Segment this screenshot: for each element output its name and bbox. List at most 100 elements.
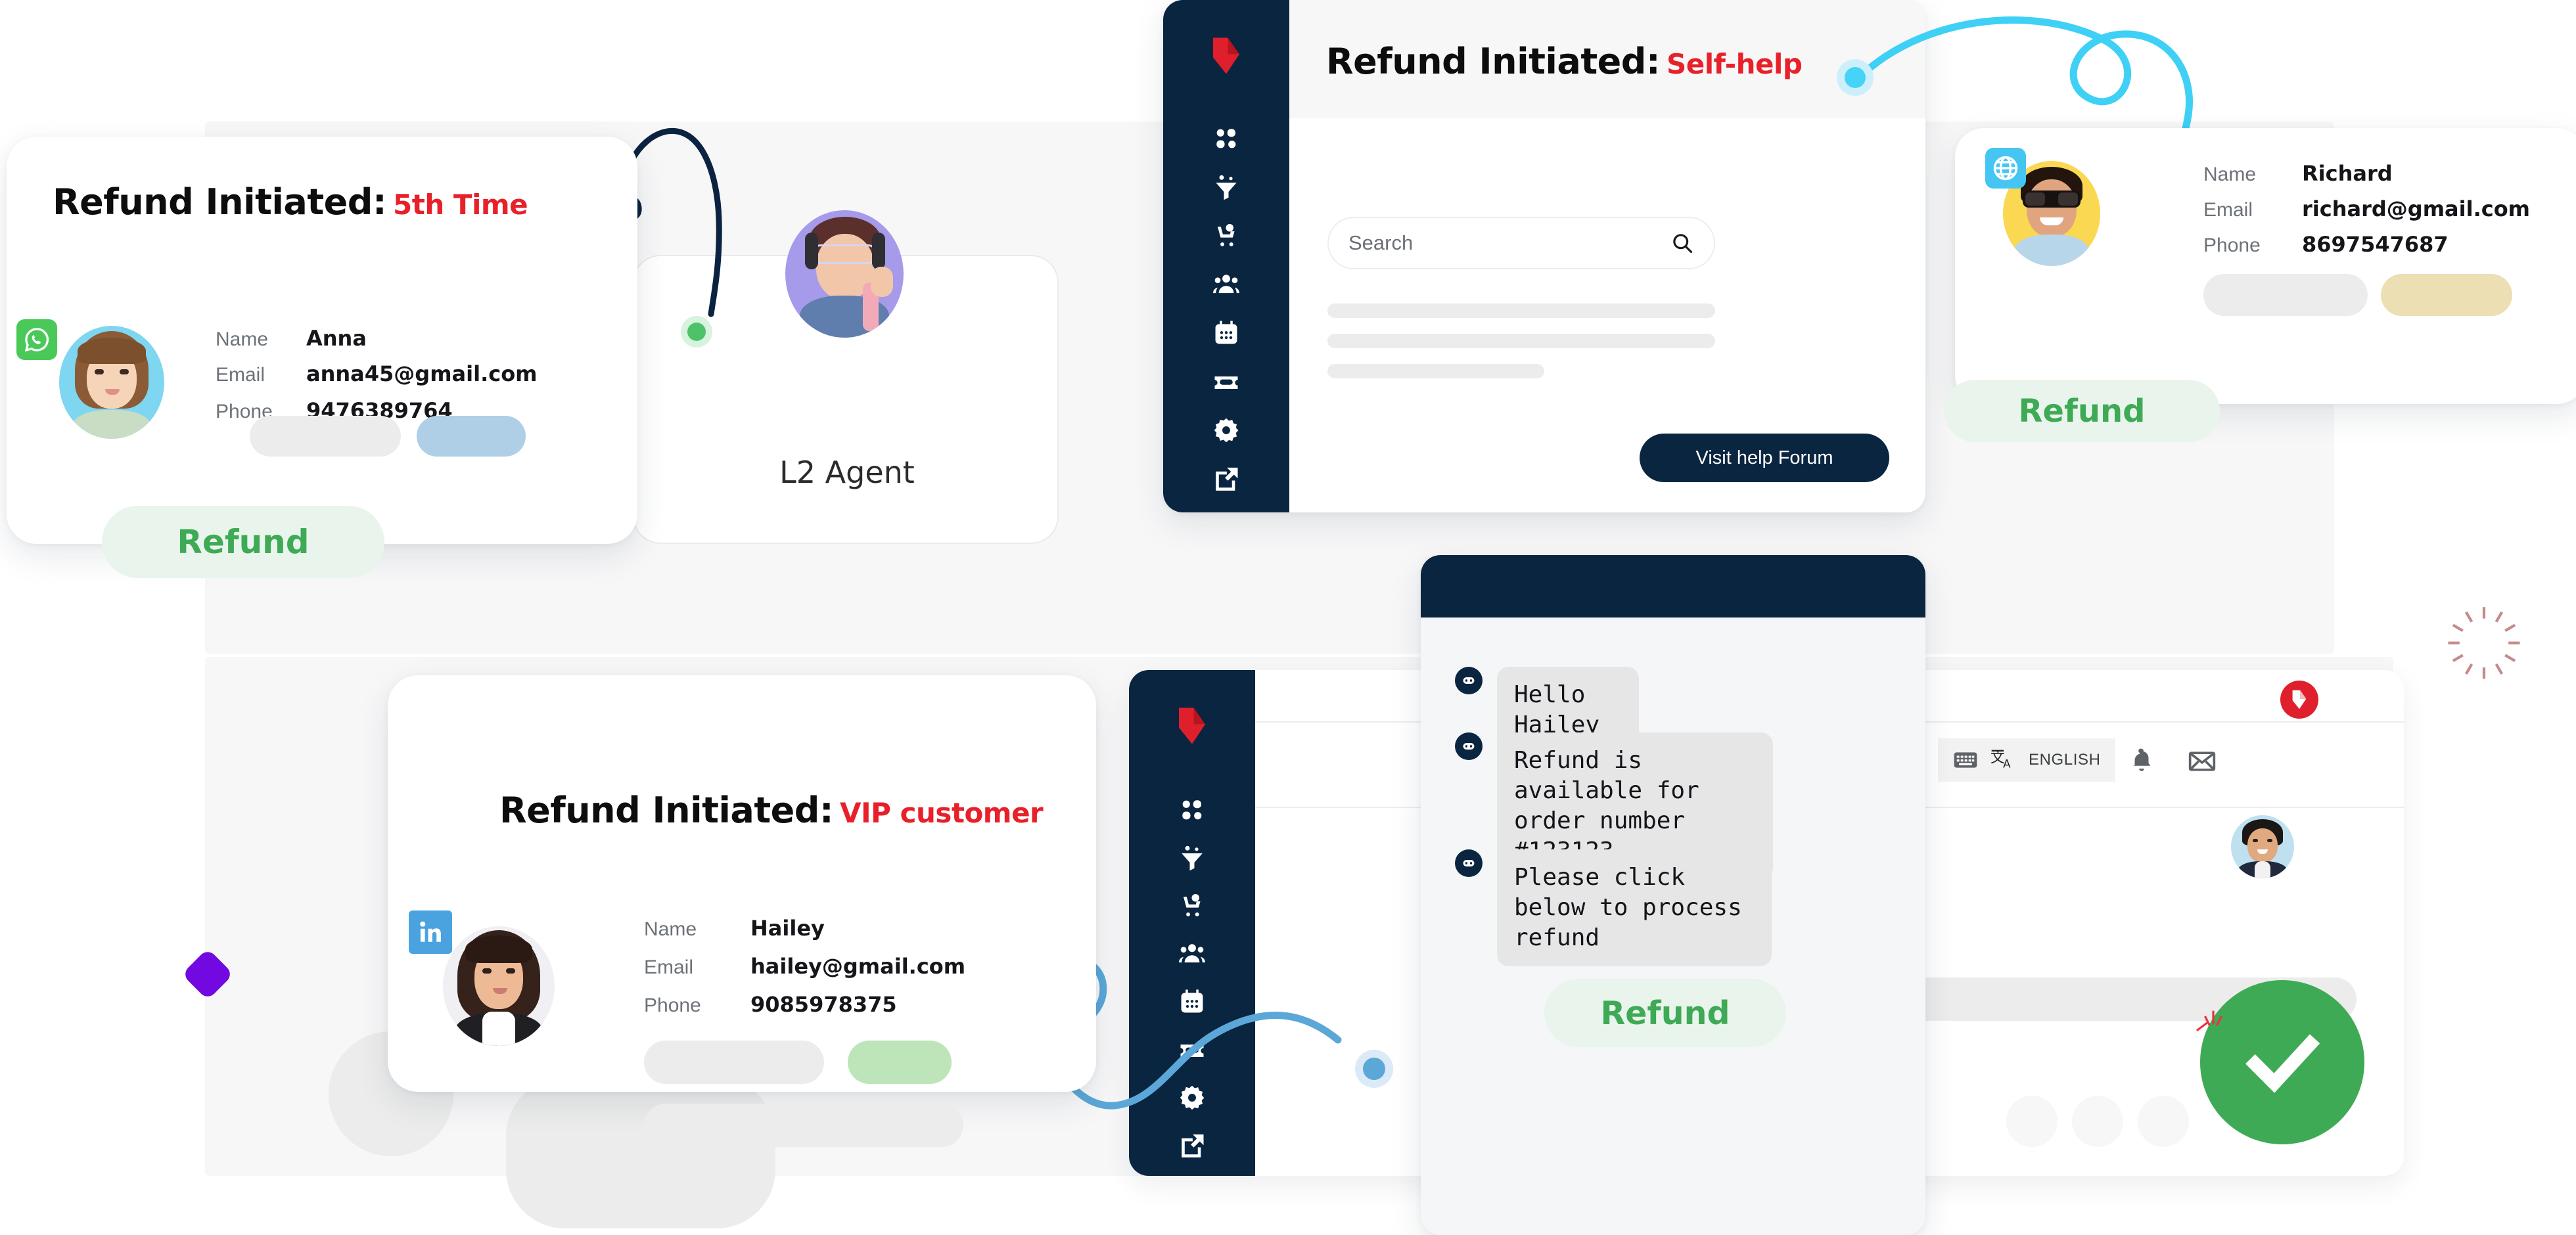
sidebar-item-contacts[interactable] [1178, 940, 1206, 968]
avatar-anna [59, 326, 164, 439]
vip-card-title: Refund Initiated: VIP customer [499, 790, 1044, 831]
whatsapp-card-action-highlight[interactable] [417, 416, 526, 457]
bot-icon [1455, 667, 1483, 694]
agent-avatar[interactable] [2231, 815, 2294, 878]
web-card-action-placeholder[interactable] [2203, 274, 2368, 316]
content-placeholder-line [1327, 334, 1715, 348]
whatsapp-title-main: Refund Initiated: [53, 181, 387, 223]
chat-bubble: Please click below to process refund [1497, 849, 1772, 967]
decor-starburst [2448, 607, 2520, 679]
sidebar-item-calendar[interactable] [1212, 319, 1240, 347]
field-label-phone: Phone [2203, 235, 2261, 256]
whatsapp-card-title: Refund Initiated: 5th Time [53, 181, 528, 223]
translate-icon[interactable]: 文 A [1990, 747, 2017, 773]
sidebar-item-export[interactable] [1178, 1132, 1206, 1159]
sidebar-item-export[interactable] [1212, 465, 1240, 493]
vip-card-action-placeholder[interactable] [644, 1041, 824, 1084]
field-value-name: Richard [2302, 161, 2393, 186]
selfhelp-title: Refund Initiated: Self-help [1326, 41, 1803, 82]
mail-icon[interactable] [2188, 747, 2217, 776]
field-value-name: Hailey [750, 916, 825, 941]
refund-button-chat[interactable]: Refund [1544, 979, 1786, 1047]
selfhelp-title-accent: Self-help [1667, 48, 1803, 80]
whatsapp-contact-card: Refund Initiated: 5th Time Name Anna Ema… [7, 137, 637, 544]
illustration-canvas: Refund Initiated: Self-help Search Visit … [0, 0, 2576, 1235]
vip-title-accent: VIP customer [840, 797, 1044, 829]
web-contact-card: Name Richard Email richard@gmail.com Pho… [1955, 128, 2576, 404]
refund-button-web-label: Refund [2018, 392, 2146, 430]
field-value-email: hailey@gmail.com [750, 954, 966, 979]
sidebar-item-leads[interactable] [1212, 173, 1240, 201]
linkedin-icon [409, 910, 452, 954]
sidebar-item-dashboard[interactable] [1212, 125, 1240, 152]
whatsapp-icon [16, 319, 57, 360]
dashboard-ghost-circle [2072, 1096, 2123, 1147]
dashboard-ghost-circle [2006, 1096, 2058, 1147]
field-value-email: anna45@gmail.com [306, 361, 538, 386]
freshworks-logo-icon [1175, 706, 1209, 746]
search-icon[interactable] [1670, 231, 1694, 255]
globe-icon [1985, 148, 2026, 189]
bot-icon [1455, 732, 1483, 760]
check-circle-icon [2200, 980, 2364, 1144]
field-value-name: Anna [306, 326, 367, 351]
chat-widget-header [1421, 555, 1925, 618]
field-label-name: Name [644, 918, 697, 940]
bot-icon [1455, 849, 1483, 877]
selfhelp-dashboard-card: Refund Initiated: Self-help Search Visit … [1163, 0, 1925, 512]
vip-card-action-highlight[interactable] [848, 1041, 952, 1084]
refund-button-whatsapp[interactable]: Refund [102, 506, 384, 578]
keyboard-icon[interactable] [1952, 747, 1979, 773]
sidebar-item-deals[interactable] [1212, 222, 1240, 250]
search-input[interactable]: Search [1327, 217, 1715, 269]
vip-card-secondary-placeholder[interactable] [644, 1104, 963, 1147]
sidebar-item-settings[interactable] [1212, 416, 1240, 444]
chat-widget: Hello Hailey Refund is available for ord… [1421, 555, 1925, 1235]
dashboard-sidebar [1129, 670, 1255, 1176]
endpoint-dot-cyan [1837, 59, 1874, 96]
vip-contact-card: Refund Initiated: VIP customer Name Hail… [388, 675, 1096, 1147]
vip-card-fields: Name Hailey Email hailey@gmail.com Phone… [644, 916, 1051, 1030]
sidebar-item-leads[interactable] [1178, 844, 1206, 872]
visit-help-forum-label: Visit help Forum [1695, 447, 1833, 468]
content-placeholder-line [1327, 303, 1715, 318]
decor-blob-2 [506, 1077, 775, 1228]
sidebar-item-contacts[interactable] [1212, 271, 1240, 298]
freshworks-logo-icon [1209, 36, 1243, 76]
status-dot-green [681, 316, 712, 348]
sidebar-item-tickets[interactable] [1178, 1036, 1206, 1064]
field-value-email: richard@gmail.com [2302, 196, 2531, 221]
bell-icon[interactable] [2128, 746, 2155, 774]
visit-help-forum-button[interactable]: Visit help Forum [1640, 434, 1889, 482]
search-placeholder: Search [1348, 231, 1414, 254]
whatsapp-title-accent: 5th Time [393, 189, 528, 221]
avatar-hailey [443, 926, 555, 1046]
svg-text:A: A [2003, 758, 2011, 771]
language-label: ENGLISH [2029, 751, 2101, 769]
whatsapp-card-action-placeholder[interactable] [250, 416, 401, 457]
sidebar-item-deals[interactable] [1178, 892, 1206, 920]
web-card-fields: Name Richard Email richard@gmail.com Pho… [2203, 161, 2545, 267]
field-value-phone: 9085978375 [750, 992, 897, 1017]
field-label-name: Name [216, 328, 269, 350]
sidebar-item-settings[interactable] [1178, 1084, 1206, 1112]
sidebar-item-calendar[interactable] [1178, 988, 1206, 1016]
agent-card-name: L2 Agent [779, 455, 915, 490]
web-card-action-highlight[interactable] [2381, 274, 2512, 316]
sidebar-item-dashboard[interactable] [1178, 796, 1206, 824]
field-label-email: Email [216, 364, 265, 386]
refund-button-chat-label: Refund [1600, 994, 1730, 1032]
language-toolbar[interactable]: 文 A ENGLISH [1938, 738, 2115, 782]
field-label-email: Email [644, 956, 694, 978]
field-value-phone: 8697547687 [2302, 232, 2449, 257]
content-placeholder-line [1327, 364, 1544, 378]
field-label-email: Email [2203, 199, 2253, 221]
field-label-phone: Phone [644, 995, 701, 1016]
freshworks-badge-icon [2280, 681, 2318, 719]
selfhelp-title-main: Refund Initiated: [1326, 41, 1661, 82]
refund-button-web[interactable]: Refund [1944, 380, 2220, 442]
selfhelp-sidebar [1163, 0, 1289, 512]
dashboard-ghost-circle [2138, 1096, 2189, 1147]
sidebar-item-tickets[interactable] [1212, 368, 1240, 395]
endpoint-dot-blue [1355, 1050, 1393, 1088]
